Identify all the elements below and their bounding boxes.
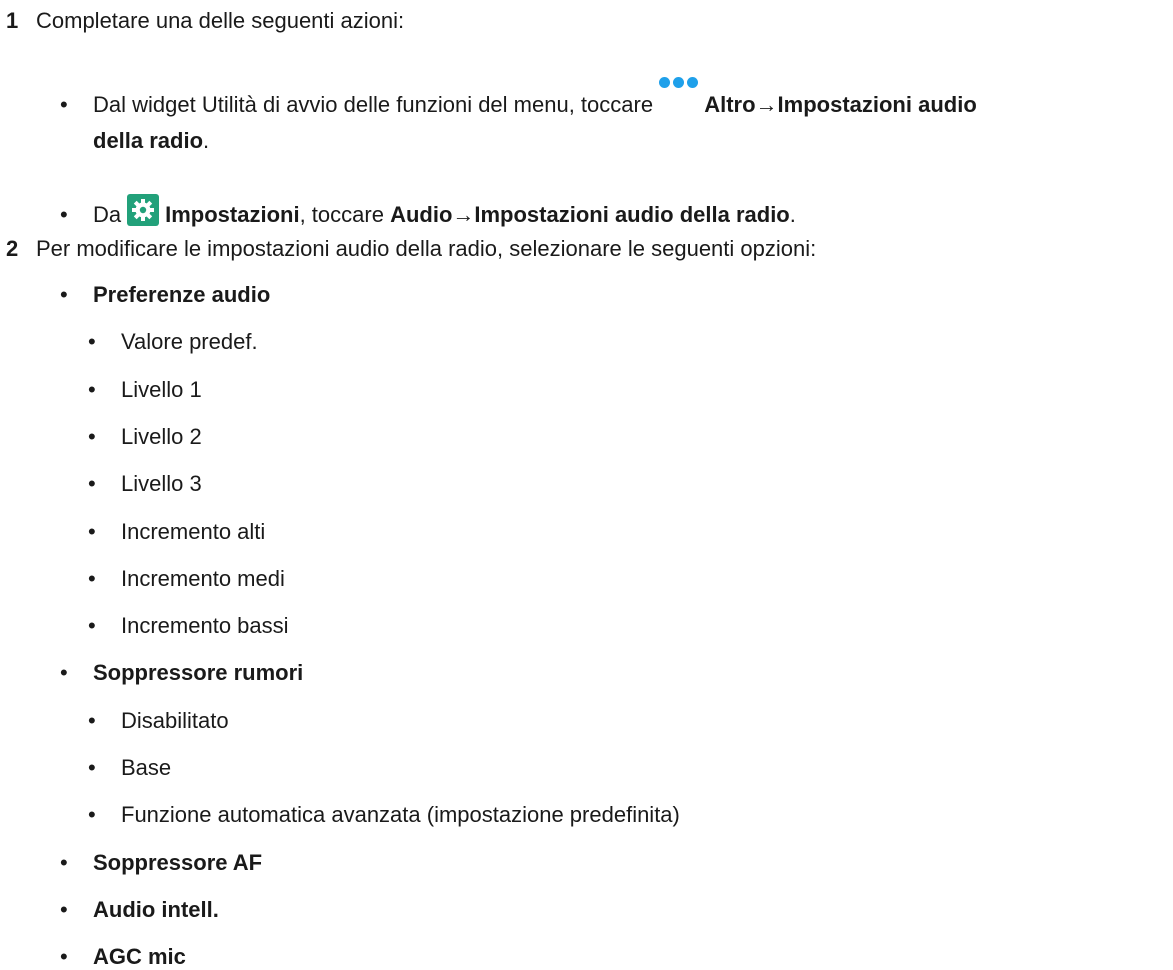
- option-b-tail: .: [789, 202, 796, 227]
- option-item: • Funzione automatica avanzata (impostazi…: [88, 802, 680, 828]
- bullet: •: [88, 471, 96, 497]
- option-group: • AGC mic: [60, 944, 186, 970]
- option-item-label: Funzione automatica avanzata (impostazio…: [121, 802, 680, 828]
- option-group-title: Audio intell.: [93, 896, 219, 922]
- bullet: •: [88, 755, 96, 780]
- option-item-label: Incremento bassi: [121, 613, 289, 639]
- step-text: Per modificare le impostazioni audio del…: [36, 236, 817, 261]
- step-number: 1: [6, 8, 19, 33]
- step-text: Completare una delle seguenti azioni:: [36, 8, 405, 33]
- bullet: •: [88, 707, 96, 733]
- bullet: •: [60, 202, 68, 227]
- option-a-bold2: della radio: [93, 128, 204, 153]
- more-dots-icon[interactable]: [659, 77, 699, 88]
- option-b: • Da Impostazioni, toccare Audio→Imposta…: [60, 190, 796, 228]
- option-item-label: Valore predef.: [121, 329, 258, 355]
- bullet: •: [60, 849, 68, 875]
- option-a-tail: .: [203, 128, 210, 153]
- bullet: •: [60, 282, 68, 307]
- bullet: •: [88, 329, 96, 355]
- bullet: •: [60, 944, 68, 970]
- option-group: • Audio intell.: [60, 897, 219, 923]
- option-a-continued: della radio.: [93, 128, 209, 154]
- bullet: •: [60, 92, 68, 117]
- option-item-label: Livello 2: [121, 423, 202, 449]
- settings-gear-icon[interactable]: [127, 194, 160, 226]
- option-item-label: Base: [121, 755, 172, 780]
- option-group-title: AGC mic: [93, 944, 186, 970]
- option-item-label: Incremento medi: [121, 565, 285, 591]
- bullet: •: [88, 376, 96, 402]
- step-2: 2 Per modificare le impostazioni audio d…: [6, 236, 816, 262]
- option-a: • Dal widget Utilità di avvio delle funz…: [60, 77, 977, 118]
- bullet: •: [88, 518, 96, 544]
- option-item: • Incremento bassi: [88, 613, 289, 639]
- option-item: • Valore predef.: [88, 329, 258, 355]
- option-item: • Livello 3: [88, 471, 202, 497]
- bullet: •: [88, 423, 96, 449]
- option-item: • Disabilitato: [88, 708, 229, 734]
- option-item: • Incremento medi: [88, 566, 285, 592]
- bullet: •: [88, 802, 96, 828]
- option-b-mid: , toccare: [299, 202, 391, 227]
- bullet: •: [60, 896, 68, 922]
- bullet: •: [88, 565, 96, 591]
- option-item-label: Livello 1: [121, 376, 202, 402]
- option-a-bold1: Altro→Impostazioni audio: [704, 92, 977, 117]
- option-item: • Incremento alti: [88, 519, 265, 545]
- option-group-title: Preferenze audio: [93, 282, 271, 307]
- option-group: • Soppressore AF: [60, 850, 262, 876]
- option-b-lead: Da: [93, 202, 122, 227]
- bullet: •: [88, 613, 96, 639]
- option-group-title: Soppressore rumori: [93, 660, 304, 686]
- option-item-label: Incremento alti: [121, 518, 266, 544]
- option-a-lead: Dal widget Utilità di avvio delle funzio…: [93, 92, 654, 117]
- bullet: •: [60, 660, 68, 686]
- option-item: • Base: [88, 755, 171, 781]
- option-group-title: Soppressore AF: [93, 849, 263, 875]
- option-group: • Preferenze audio: [60, 282, 270, 308]
- step-number: 2: [6, 236, 19, 261]
- option-b-bold2: Audio→Impostazioni audio della radio: [390, 202, 790, 227]
- option-item-label: Disabilitato: [121, 707, 229, 733]
- option-item: • Livello 1: [88, 377, 202, 403]
- option-b-bold1: Impostazioni: [165, 202, 300, 227]
- option-item-label: Livello 3: [121, 471, 202, 497]
- option-group: • Soppressore rumori: [60, 660, 303, 686]
- option-item: • Livello 2: [88, 424, 202, 450]
- step-1: 1 Completare una delle seguenti azioni:: [6, 8, 404, 34]
